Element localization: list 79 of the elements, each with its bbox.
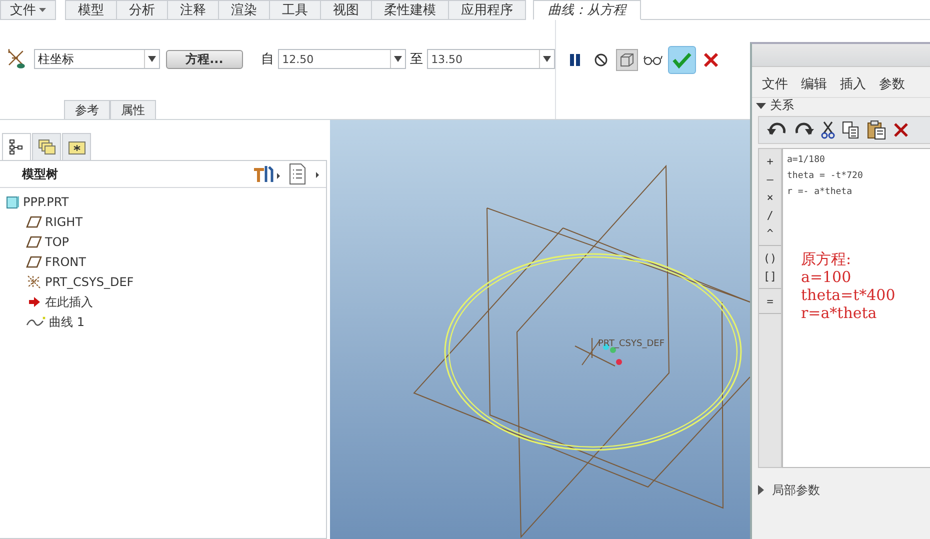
- menu-item[interactable]: 参数: [879, 75, 905, 93]
- plane-icon: [26, 216, 42, 228]
- from-value-field[interactable]: 12.50: [278, 49, 406, 69]
- relations-section-toggle[interactable]: 关系: [752, 97, 930, 113]
- preview-button[interactable]: [616, 49, 638, 71]
- menu-item[interactable]: 插入: [840, 75, 866, 93]
- operator-button[interactable]: =: [759, 292, 781, 310]
- caret-icon: [543, 56, 551, 62]
- caret-icon: [39, 8, 46, 12]
- note-line: a=100: [801, 268, 852, 286]
- folders-tab[interactable]: [32, 133, 61, 160]
- relations-editor[interactable]: a=1/180 theta = -t*720 r =- a*theta 原方程: a=100 theta=t*400 r=a*theta: [782, 148, 930, 468]
- from-label: 自: [261, 51, 274, 68]
- model-tree-title: 模型树: [22, 166, 59, 182]
- cut-icon[interactable]: [821, 121, 835, 139]
- operator-button[interactable]: ^: [759, 224, 781, 242]
- operator-button[interactable]: []: [759, 267, 781, 285]
- caret-icon: [394, 56, 402, 62]
- equation-button[interactable]: 方程...: [166, 50, 244, 68]
- operator-button[interactable]: +: [759, 152, 781, 170]
- part-icon: [6, 195, 20, 209]
- caret-icon: [756, 485, 766, 495]
- tree-item[interactable]: 曲线 1: [0, 312, 326, 332]
- tree-item[interactable]: TOP: [0, 232, 326, 252]
- close-icon: [703, 52, 719, 68]
- ribbon-tab[interactable]: 模型: [65, 0, 117, 20]
- tree-icon: [8, 139, 24, 155]
- file-menu[interactable]: 文件: [0, 0, 56, 20]
- plane-icon: [26, 236, 42, 248]
- ribbon-tab[interactable]: 曲线：从方程: [533, 0, 641, 20]
- copy-icon[interactable]: [842, 121, 860, 139]
- operator-button[interactable]: (): [759, 249, 781, 267]
- operator-button[interactable]: /: [759, 206, 781, 224]
- model-tree-tab[interactable]: [2, 133, 31, 160]
- tree-item[interactable]: RIGHT: [0, 212, 326, 232]
- to-value-field[interactable]: 13.50: [427, 49, 555, 69]
- panel-tab[interactable]: 参考: [64, 100, 110, 119]
- delete-icon[interactable]: [894, 123, 908, 137]
- caret-icon: [756, 102, 766, 110]
- note-line: theta=t*400: [801, 286, 896, 304]
- ribbon-tab[interactable]: 渲染: [219, 0, 270, 20]
- note-line: 原方程:: [801, 250, 852, 268]
- relation-line: r =- a*theta: [787, 186, 854, 199]
- glasses-icon: [643, 54, 663, 66]
- caret-icon: [148, 56, 156, 62]
- tree-item[interactable]: 在此插入: [0, 292, 326, 312]
- ribbon-tab[interactable]: 视图: [321, 0, 372, 20]
- paste-icon[interactable]: [867, 120, 887, 140]
- tree-item[interactable]: PPP.PRT: [0, 192, 326, 212]
- operator-button[interactable]: ×: [759, 188, 781, 206]
- ribbon-tab[interactable]: 工具: [270, 0, 321, 20]
- folders-icon: [38, 139, 56, 155]
- curve-icon: [26, 316, 46, 328]
- csys-label: PRT_CSYS_DEF: [598, 339, 665, 349]
- to-label: 至: [410, 51, 424, 68]
- arrow-icon: [26, 296, 42, 308]
- favorites-tab[interactable]: [62, 133, 91, 160]
- tools-icon[interactable]: [252, 164, 282, 184]
- ribbon-tab[interactable]: 应用程序: [449, 0, 526, 20]
- panel-tab[interactable]: 属性: [110, 100, 156, 119]
- coordinate-axes-icon: [26, 275, 42, 289]
- pause-icon: [568, 53, 582, 67]
- menu-item[interactable]: 文件: [762, 75, 788, 93]
- plane-icon: [26, 256, 42, 268]
- ribbon-tab[interactable]: 分析: [117, 0, 168, 20]
- relation-line: theta = -t*720: [787, 170, 864, 183]
- prohibited-icon: [594, 53, 608, 67]
- ribbon-tab[interactable]: 注释: [168, 0, 219, 20]
- operator-button[interactable]: –: [759, 170, 781, 188]
- tree-item[interactable]: FRONT: [0, 252, 326, 272]
- tree-item[interactable]: PRT_CSYS_DEF: [0, 272, 326, 292]
- note-line: r=a*theta: [801, 304, 878, 322]
- ribbon-tab[interactable]: 柔性建模: [372, 0, 449, 20]
- relation-line: a=1/180: [787, 154, 826, 167]
- box-icon: [619, 52, 635, 68]
- checkmark-icon: [672, 51, 692, 69]
- coordinate-system-dropdown[interactable]: 柱坐标: [34, 49, 160, 69]
- local-parameters-toggle[interactable]: 局部参数: [752, 482, 930, 498]
- menu-item[interactable]: 编辑: [801, 75, 827, 93]
